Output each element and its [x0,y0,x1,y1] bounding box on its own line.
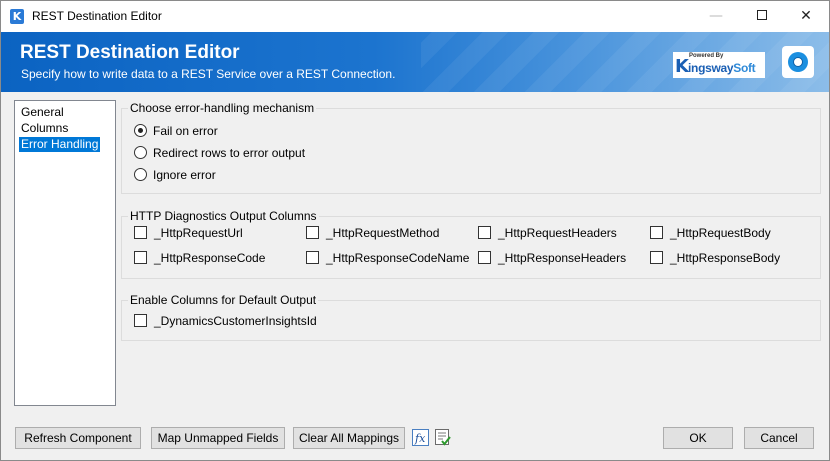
banner-title: REST Destination Editor [20,42,240,63]
nav-item-columns[interactable]: Columns [19,121,70,136]
radio-circle [134,146,147,159]
checkbox-label: _HttpResponseCodeName [326,251,470,265]
checkbox-label: _DynamicsCustomerInsightsId [154,314,317,328]
checkbox-box [478,251,491,264]
radio-label: Ignore error [153,168,216,182]
checkbox-label: _HttpRequestMethod [326,226,440,240]
checkbox-label: _HttpResponseBody [670,251,781,265]
fx-expression-icon[interactable]: fx [412,429,429,446]
logo-name-b: Soft [733,61,756,75]
checkbox-box [650,251,663,264]
page-nav-list: General Columns Error Handling [14,100,116,406]
checkbox-label: _HttpRequestBody [670,226,771,240]
default-output-group-label: Enable Columns for Default Output [128,293,319,307]
maximize-button[interactable] [739,1,785,32]
banner-subtitle: Specify how to write data to a REST Serv… [21,67,396,81]
error-handling-group-label: Choose error-handling mechanism [128,101,317,115]
kingswaysoft-logo: Powered By K ingswaySoft [673,52,765,78]
logo-k: K [675,56,689,77]
clear-all-mappings-button[interactable]: Clear All Mappings [293,427,405,449]
http-diagnostics-group: HTTP Diagnostics Output Columns _HttpReq… [121,209,821,279]
checkbox-box [650,226,663,239]
logo-name: ingswaySoft [688,61,756,75]
radio-label: Fail on error [153,124,218,138]
http-diagnostics-group-label: HTTP Diagnostics Output Columns [128,209,319,223]
error-handling-group: Choose error-handling mechanism Fail on … [121,101,821,194]
logo-name-a: ingsway [688,61,734,75]
checkbox-box [134,251,147,264]
rest-destination-editor-window: K REST Destination Editor — ✕ REST Desti… [0,0,830,461]
nav-item-general[interactable]: General [19,105,66,120]
svg-text:fx: fx [414,432,426,445]
radio-circle [134,168,147,181]
checkbox-box [134,314,147,327]
nav-item-error-handling[interactable]: Error Handling [19,137,101,152]
ok-button[interactable]: OK [663,427,733,449]
logo-powered-by: Powered By [689,53,724,59]
close-button[interactable]: ✕ [783,1,829,32]
refresh-component-button[interactable]: Refresh Component [15,427,141,449]
checkbox-box [134,226,147,239]
checkbox-box [306,226,319,239]
minimize-button[interactable]: — [693,1,739,32]
cancel-button[interactable]: Cancel [744,427,814,449]
validate-checklist-icon[interactable] [434,429,451,446]
rest-service-icon [782,46,814,78]
header-banner: REST Destination Editor Specify how to w… [1,32,829,92]
radio-circle [134,124,147,137]
checkbox-label: _HttpResponseHeaders [498,251,627,265]
window-title: REST Destination Editor [32,9,162,23]
radio-label: Redirect rows to error output [153,146,306,160]
app-icon: K [10,9,24,24]
title-bar: K REST Destination Editor — ✕ [1,1,829,32]
maximize-icon [757,10,767,20]
default-output-group: Enable Columns for Default Output _Dynam… [121,293,821,341]
checkbox-label: _HttpRequestUrl [154,226,243,240]
checkbox-label: _HttpResponseCode [154,251,266,265]
map-unmapped-fields-button[interactable]: Map Unmapped Fields [151,427,285,449]
checkbox-label: _HttpRequestHeaders [498,226,617,240]
checkbox-box [478,226,491,239]
checkbox-box [306,251,319,264]
